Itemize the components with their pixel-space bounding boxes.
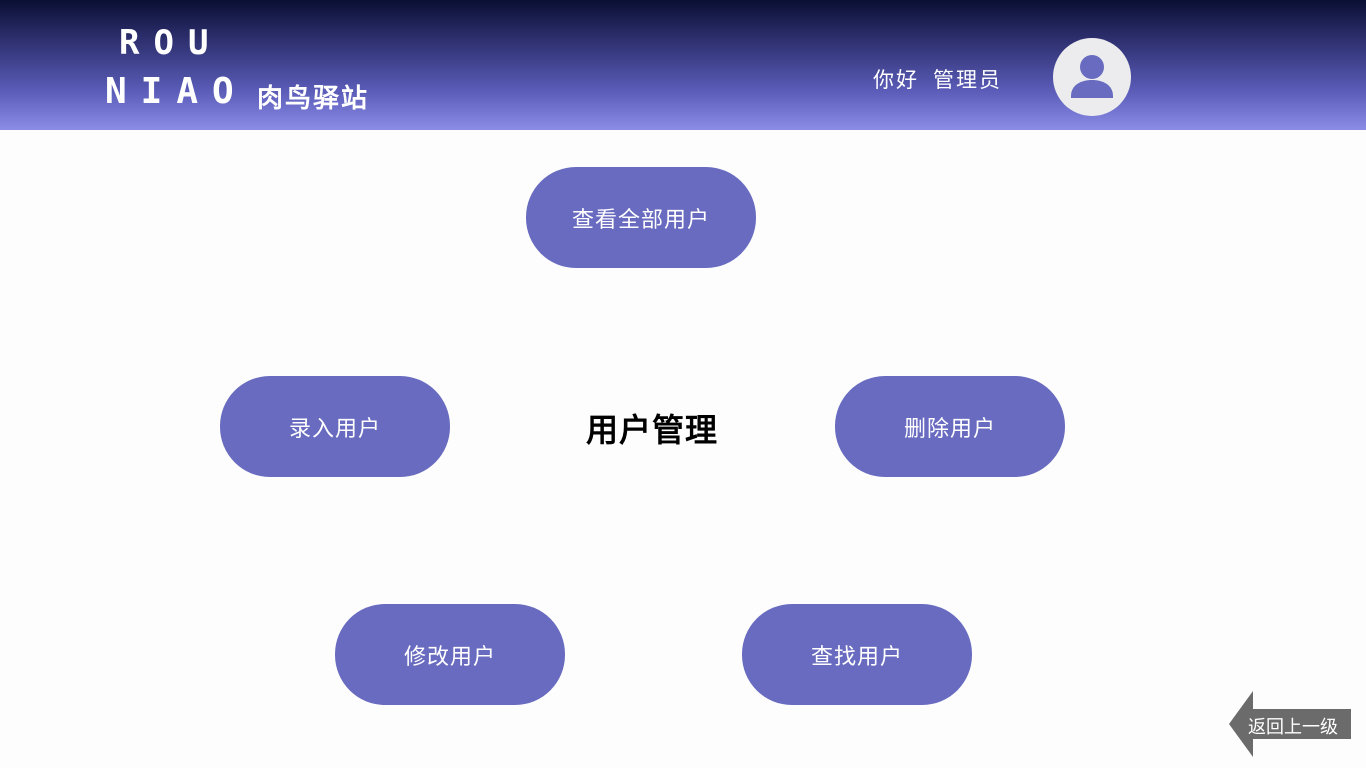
greeting-role: 管理员 — [933, 68, 1002, 92]
greeting-hello: 你好 — [873, 68, 919, 92]
logo-text-line2: NIAO — [105, 71, 248, 112]
header-bar: ROU NIAO 肉鸟驿站 你好 管理员 — [0, 0, 1366, 130]
logo-text-line1: ROU — [119, 23, 223, 63]
view-all-users-button[interactable]: 查看全部用户 — [526, 167, 756, 268]
find-user-button[interactable]: 查找用户 — [742, 604, 972, 705]
logo-chinese-name: 肉鸟驿站 — [257, 84, 370, 114]
greeting: 你好 管理员 — [873, 64, 1002, 94]
add-user-button[interactable]: 录入用户 — [220, 376, 450, 477]
logo: ROU NIAO 肉鸟驿站 — [105, 23, 367, 114]
avatar[interactable] — [1053, 38, 1131, 116]
user-icon — [1071, 55, 1113, 98]
edit-user-button[interactable]: 修改用户 — [335, 604, 565, 705]
delete-user-button[interactable]: 删除用户 — [835, 376, 1065, 477]
app-root: ROU NIAO 肉鸟驿站 你好 管理员 查看全部用户 录入用户 删除用户 修改用… — [0, 0, 1366, 768]
page-title: 用户管理 — [586, 411, 719, 449]
back-button[interactable]: 返回上一级 — [1229, 691, 1351, 757]
back-button-label: 返回上一级 — [1248, 717, 1338, 738]
